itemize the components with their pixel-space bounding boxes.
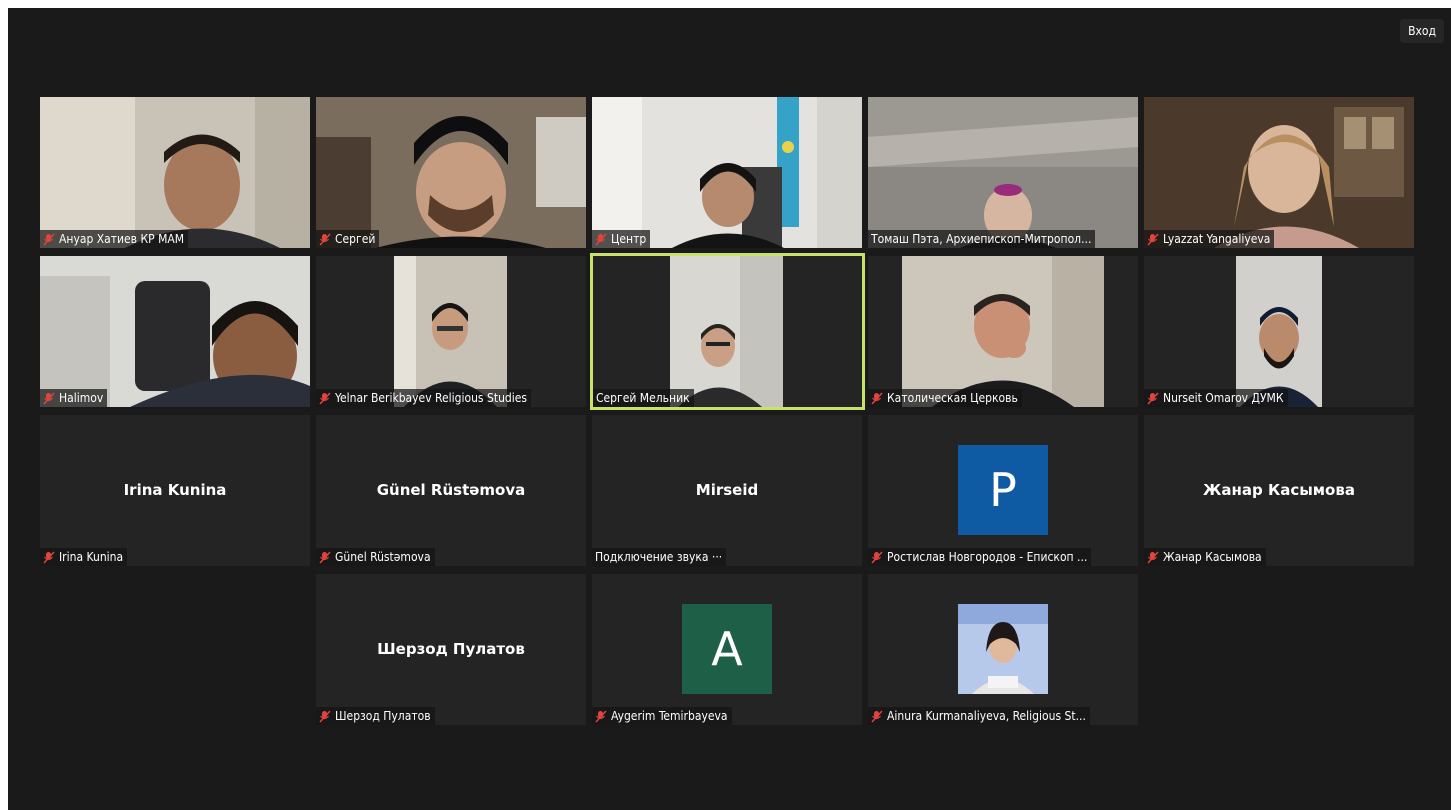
participant-avatar: A: [682, 604, 772, 694]
participant-tile-18[interactable]: Ainura Kurmanaliyeva, Religious St...: [868, 574, 1138, 725]
mic-muted-icon: [871, 391, 883, 405]
participant-tile-7[interactable]: Yelnar Berikbayev Religious Studies: [316, 256, 586, 407]
participant-video: [902, 256, 1104, 407]
participant-avatar-photo: [958, 604, 1048, 694]
enter-button[interactable]: Вход: [1400, 19, 1444, 43]
participant-video: [868, 97, 1138, 248]
participant-tile-16[interactable]: Шерзод Пулатов Шерзод Пулатов: [316, 574, 586, 725]
participant-display-name: Günel Rüstəmova: [376, 481, 526, 499]
mic-muted-icon: [43, 232, 55, 246]
participant-label: Шерзод Пулатов: [316, 707, 435, 725]
participant-tile-9[interactable]: Католическая Церковь: [868, 256, 1138, 407]
mic-muted-icon: [43, 550, 55, 564]
participant-label: Католическая Церковь: [868, 389, 1022, 407]
participant-label: Центр: [592, 230, 651, 248]
participant-tile-2[interactable]: Сергей: [316, 97, 586, 248]
participant-label: Halimov: [40, 389, 108, 407]
participant-video: [1236, 256, 1322, 407]
participant-label: Ануар Хатиев КР МАМ: [40, 230, 189, 248]
participant-video: [394, 256, 507, 407]
participant-label: Жанар Касымова: [1144, 548, 1266, 566]
participant-label: Lyazzat Yangaliyeva: [1144, 230, 1275, 248]
participant-tile-8-active-speaker[interactable]: Сергей Мельник: [590, 253, 865, 410]
participant-tile-12[interactable]: Günel Rüstəmova Günel Rüstəmova: [316, 415, 586, 566]
participant-label: Ростислав Новгородов - Епископ ...: [868, 548, 1092, 566]
mic-muted-icon: [319, 391, 331, 405]
participant-label: Aygerim Temirbayeva: [592, 707, 732, 725]
participant-label: Подключение звука ···: [592, 548, 727, 566]
mic-muted-icon: [595, 232, 607, 246]
participant-label: Ainura Kurmanaliyeva, Religious St...: [868, 707, 1090, 725]
participant-tile-3[interactable]: Центр: [592, 97, 862, 248]
participant-tile-5[interactable]: Lyazzat Yangaliyeva: [1144, 97, 1414, 248]
mic-muted-icon: [1147, 550, 1159, 564]
participant-label: Сергей Мельник: [593, 389, 694, 407]
participant-label: Günel Rüstəmova: [316, 548, 435, 566]
participant-video: [670, 256, 783, 407]
participant-label: Irina Kunina: [40, 548, 128, 566]
meeting-window: Вход Ануар Хатиев КР МАМ Сергей Центр То…: [8, 8, 1451, 810]
participant-avatar: P: [958, 445, 1048, 535]
participant-tile-11[interactable]: Irina Kunina Irina Kunina: [40, 415, 310, 566]
mic-muted-icon: [319, 232, 331, 246]
participant-video: [40, 97, 310, 248]
participant-label: Томаш Пэта, Архиепископ-Митропол...: [868, 230, 1096, 248]
participant-video: [316, 97, 586, 248]
participant-display-name: Шерзод Пулатов: [377, 640, 525, 658]
participant-display-name: Жанар Касымова: [1203, 481, 1355, 499]
participant-label: Nurseit Omarov ДУМК: [1144, 389, 1288, 407]
mic-muted-icon: [319, 550, 331, 564]
participant-tile-13[interactable]: Mirseid Подключение звука ···: [592, 415, 862, 566]
participant-video: [1144, 97, 1414, 248]
participant-tile-14[interactable]: P Ростислав Новгородов - Епископ ...: [868, 415, 1138, 566]
mic-muted-icon: [43, 391, 55, 405]
participant-tile-1[interactable]: Ануар Хатиев КР МАМ: [40, 97, 310, 248]
participant-label: Сергей: [316, 230, 380, 248]
mic-muted-icon: [871, 550, 883, 564]
participant-tile-6[interactable]: Halimov: [40, 256, 310, 407]
mic-muted-icon: [871, 709, 883, 723]
participant-display-name: Irina Kunina: [123, 481, 227, 499]
participant-label: Yelnar Berikbayev Religious Studies: [316, 389, 532, 407]
participant-tile-4[interactable]: Томаш Пэта, Архиепископ-Митропол...: [868, 97, 1138, 248]
mic-muted-icon: [595, 709, 607, 723]
participant-video: [592, 97, 862, 248]
mic-muted-icon: [1147, 391, 1159, 405]
participant-tile-15[interactable]: Жанар Касымова Жанар Касымова: [1144, 415, 1414, 566]
participant-display-name: Mirseid: [695, 481, 759, 499]
mic-muted-icon: [1147, 232, 1159, 246]
participant-video: [40, 256, 310, 407]
participant-tile-10[interactable]: Nurseit Omarov ДУМК: [1144, 256, 1414, 407]
mic-muted-icon: [319, 709, 331, 723]
participant-tile-17[interactable]: A Aygerim Temirbayeva: [592, 574, 862, 725]
